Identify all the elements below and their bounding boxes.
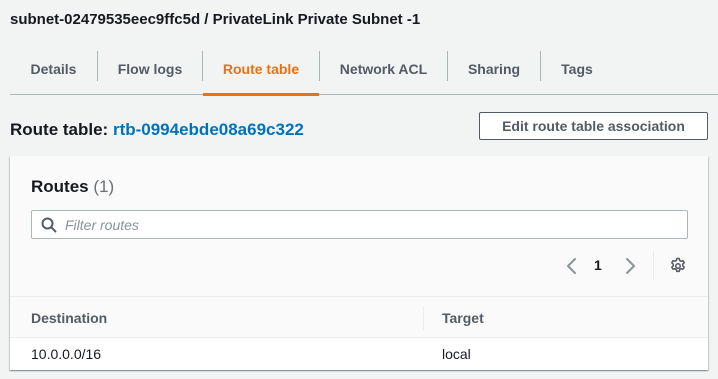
route-table-heading: Route table: rtb-0994ebde08a69c322 [10, 120, 304, 140]
route-table-id-link[interactable]: rtb-0994ebde08a69c322 [113, 120, 304, 139]
tab-bar: Details Flow logs Route table Network AC… [10, 44, 718, 96]
filter-routes-field[interactable] [31, 210, 688, 239]
gear-icon[interactable] [669, 257, 687, 275]
pagination-divider [653, 251, 654, 281]
routes-title-text: Routes [31, 177, 89, 196]
edit-route-table-association-button[interactable]: Edit route table association [479, 112, 708, 140]
search-icon [41, 217, 57, 233]
table-row: 10.0.0.0/16 local [10, 338, 708, 370]
filter-routes-input[interactable] [65, 211, 680, 238]
tab-network-acl[interactable]: Network ACL [320, 44, 447, 94]
column-header-destination[interactable]: Destination [31, 310, 107, 326]
tab-sharing[interactable]: Sharing [448, 44, 540, 94]
routes-panel-header: Routes (1) 1 [10, 156, 708, 296]
table-header-row: Destination Target [10, 296, 708, 338]
route-destination-cell: 10.0.0.0/16 [31, 346, 102, 362]
tab-tags[interactable]: Tags [541, 44, 613, 94]
route-table-label: Route table: [10, 120, 113, 139]
chevron-left-icon[interactable] [564, 256, 580, 276]
tab-details[interactable]: Details [10, 44, 97, 94]
chevron-right-icon[interactable] [622, 256, 638, 276]
routes-title: Routes (1) [31, 177, 114, 197]
column-divider[interactable] [423, 306, 424, 330]
tab-flow-logs[interactable]: Flow logs [98, 44, 202, 94]
routes-count: (1) [93, 177, 115, 196]
routes-panel: Routes (1) 1 Destination Target 10.0.0.0 [10, 156, 708, 370]
subnet-title: subnet-02479535eec9ffc5d / PrivateLink P… [10, 11, 421, 28]
column-header-target[interactable]: Target [442, 310, 484, 326]
pagination-current-page[interactable]: 1 [594, 257, 602, 273]
tab-route-table[interactable]: Route table [203, 44, 319, 96]
route-target-cell: local [442, 346, 471, 362]
